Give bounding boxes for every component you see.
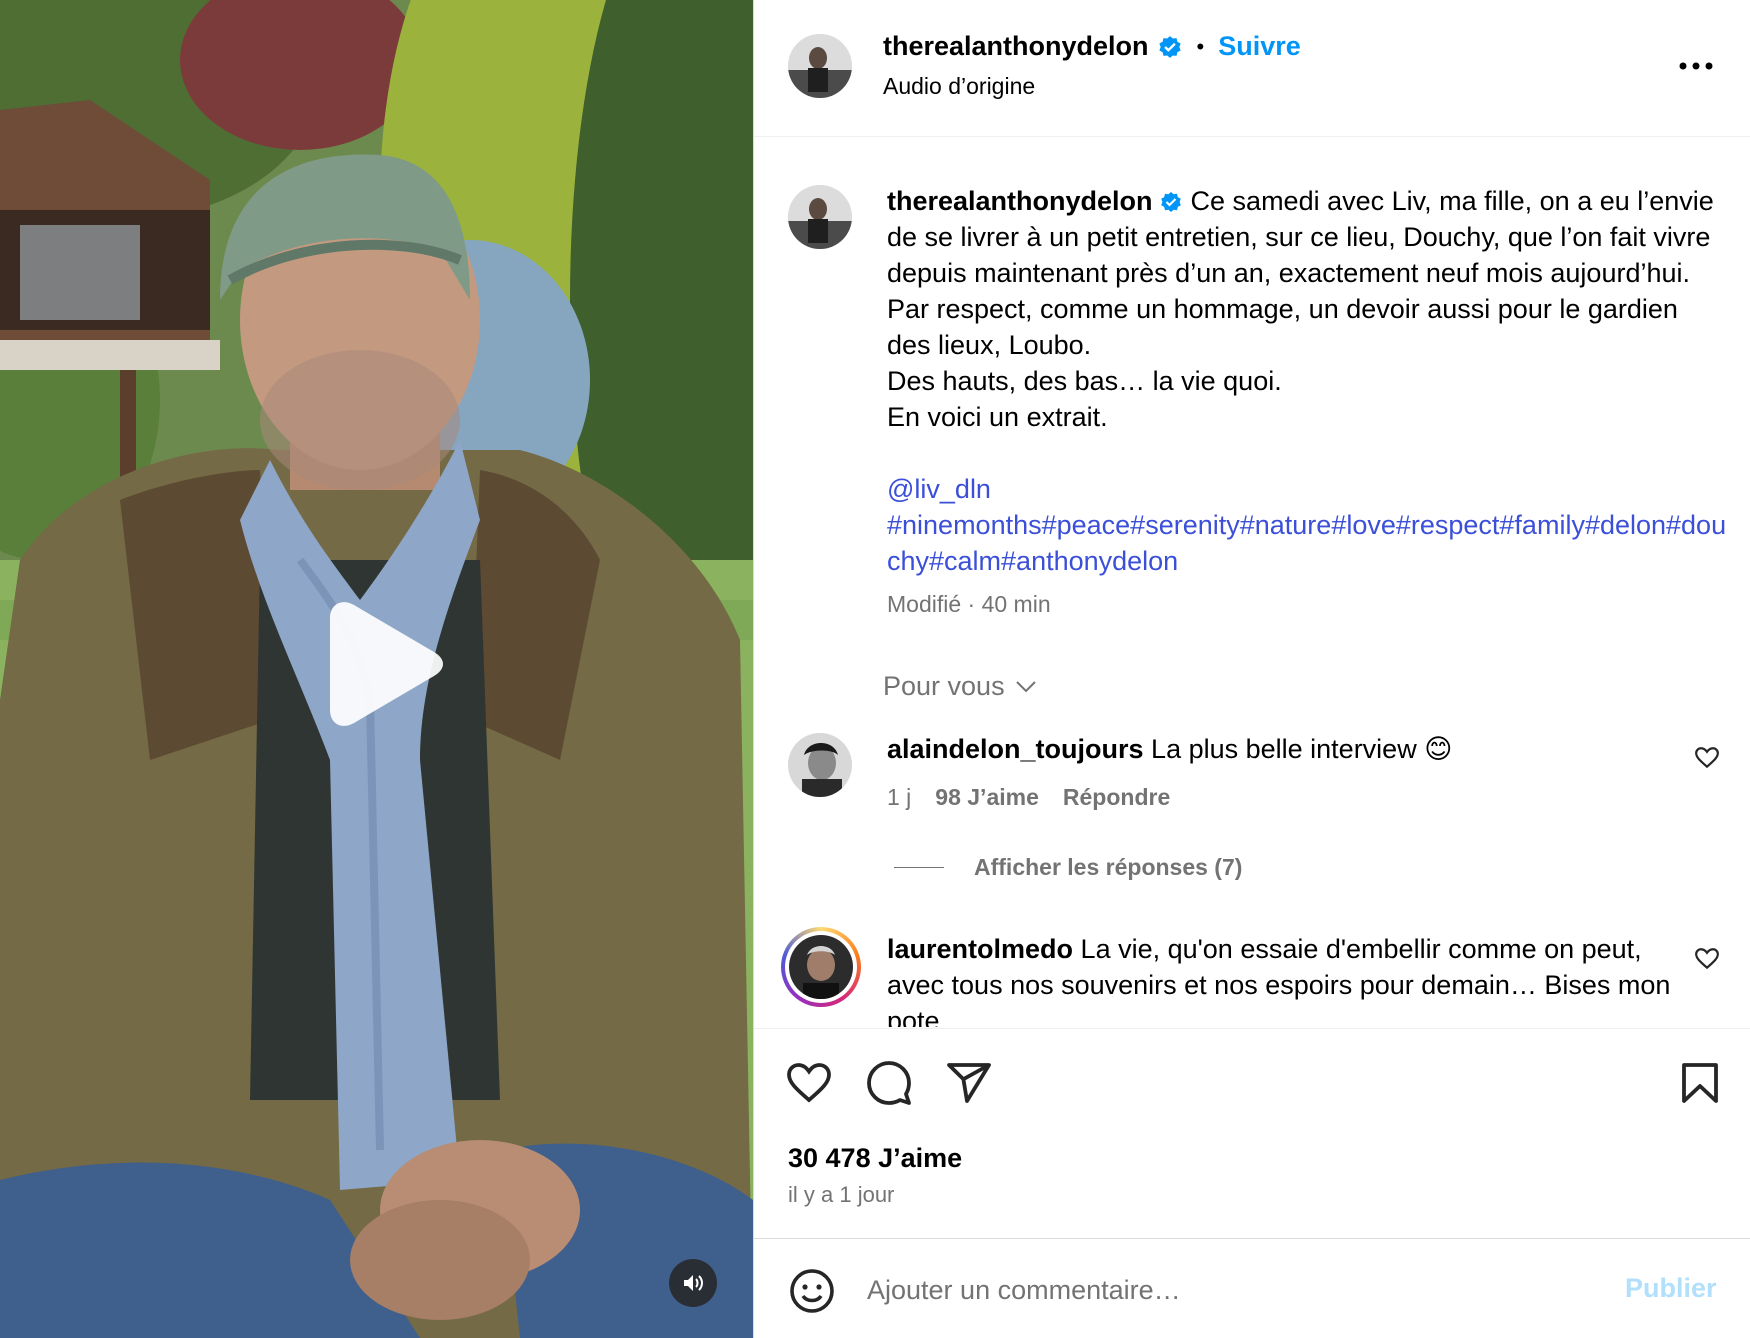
comment-likes[interactable]: 98 J’aime	[935, 784, 1039, 811]
comment-composer: Publier	[754, 1238, 1750, 1338]
commenter-avatar[interactable]	[788, 733, 852, 797]
more-options-icon[interactable]	[1674, 50, 1724, 80]
caption-author-avatar-image	[788, 185, 852, 249]
sort-label: Pour vous	[883, 671, 1005, 701]
caption-mention-link[interactable]: @liv_dln	[887, 474, 991, 504]
caption-hashtags[interactable]: #ninemonths#peace#serenity#nature#love#r…	[887, 507, 1727, 579]
separator-dot: •	[1196, 33, 1205, 59]
comment-meta: 1 j 98 J’aime Répondre	[887, 784, 1170, 811]
edited-timestamp: Modifié · 40 min	[887, 591, 1051, 617]
like-heart-icon[interactable]	[785, 1059, 833, 1107]
commenter-avatar-image	[788, 733, 852, 797]
view-replies-button[interactable]: Afficher les réponses (7)	[894, 854, 1242, 881]
speaker-icon	[684, 1275, 703, 1291]
verified-badge-icon	[1160, 192, 1181, 212]
post-panel: therealanthonydelon • Suivre Audio d’ori…	[753, 0, 1750, 1338]
chevron-down-icon	[1015, 680, 1036, 692]
publish-button[interactable]: Publier	[1625, 1273, 1717, 1304]
comment-text: La plus belle interview 😊	[1151, 734, 1453, 764]
follow-button[interactable]: Suivre	[1218, 31, 1301, 62]
author-avatar[interactable]	[788, 34, 852, 98]
comment: laurentolmedo La vie, qu'on essaie d'emb…	[887, 931, 1687, 1027]
reel-video[interactable]	[0, 0, 753, 1338]
post-timestamp[interactable]: il y a 1 jour	[788, 1182, 894, 1208]
reply-button[interactable]: Répondre	[1063, 784, 1170, 811]
emoji-smiley-icon[interactable]	[788, 1267, 836, 1315]
author-avatar-image	[788, 34, 852, 98]
caption-text-line-2: Des hauts, des bas… la vie quoi.	[887, 366, 1282, 396]
share-paper-plane-icon[interactable]	[945, 1059, 993, 1107]
post-caption: therealanthonydelon Ce samedi avec Liv, …	[887, 183, 1727, 579]
comments-sort-dropdown[interactable]: Pour vous	[883, 671, 1037, 702]
play-button[interactable]	[318, 598, 446, 730]
view-replies-label: Afficher les réponses (7)	[974, 854, 1243, 880]
add-comment-input[interactable]	[867, 1265, 1567, 1315]
comment-username[interactable]: laurentolmedo	[887, 934, 1073, 964]
author-username[interactable]: therealanthonydelon	[883, 31, 1149, 62]
save-bookmark-icon[interactable]	[1676, 1059, 1724, 1107]
caption-text-line-3: En voici un extrait.	[887, 402, 1108, 432]
likes-count[interactable]: 30 478 J’aime	[788, 1143, 962, 1174]
comment-like-heart-icon[interactable]	[1694, 946, 1720, 972]
post-actions: 30 478 J’aime il y a 1 jour	[754, 1028, 1750, 1238]
comment-username[interactable]: alaindelon_toujours	[887, 734, 1144, 764]
author-row: therealanthonydelon • Suivre	[883, 31, 1301, 62]
caption-username[interactable]: therealanthonydelon	[887, 186, 1153, 216]
comment-like-heart-icon[interactable]	[1694, 745, 1720, 771]
comments-scroll-area[interactable]: therealanthonydelon Ce samedi avec Liv, …	[754, 138, 1750, 1027]
commenter-avatar-story-ring[interactable]	[781, 927, 861, 1007]
commenter-avatar-image	[789, 935, 853, 999]
audio-link[interactable]: Audio d’origine	[883, 73, 1035, 100]
verified-badge-icon	[1158, 35, 1181, 58]
comment-age[interactable]: 1 j	[887, 784, 911, 811]
post-header: therealanthonydelon • Suivre Audio d’ori…	[754, 0, 1750, 137]
comment-bubble-icon[interactable]	[865, 1059, 913, 1107]
audio-toggle-button[interactable]	[669, 1259, 717, 1307]
caption-author-avatar[interactable]	[788, 185, 852, 249]
comment: alaindelon_toujours La plus belle interv…	[887, 731, 1687, 767]
play-icon	[330, 602, 443, 726]
replies-divider	[894, 867, 944, 868]
